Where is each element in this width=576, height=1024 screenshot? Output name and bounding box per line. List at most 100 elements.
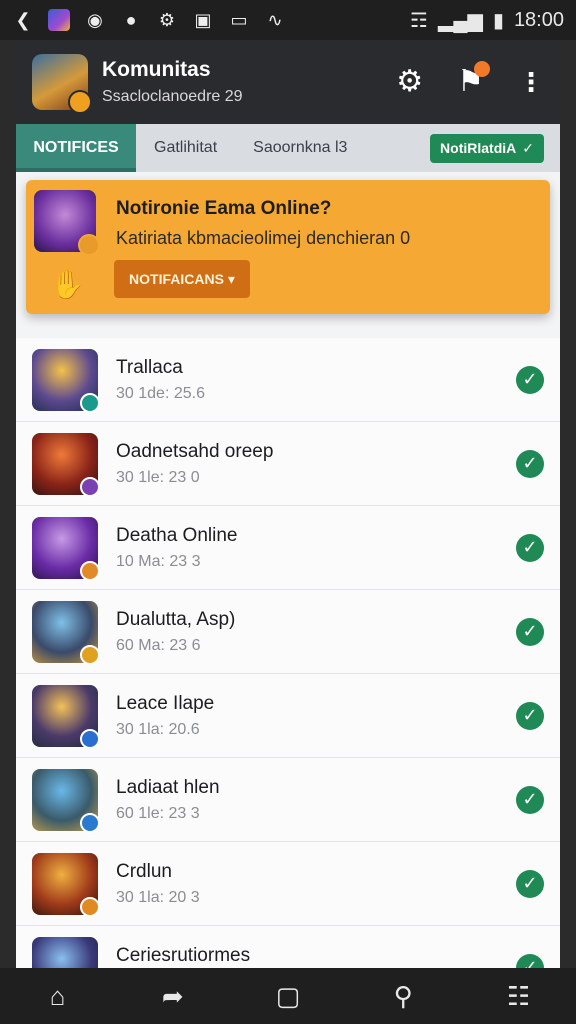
more-button[interactable]: ⋮ [518,69,544,95]
notifications-button[interactable]: ⚑ [457,61,490,97]
settings-icon: ⚙ [158,9,176,30]
status-left-icons: ❮ ◉ ● ⚙ ▣ ▭ ∿ [12,9,286,31]
avatar-badge [80,728,100,749]
status-bar: ❮ ◉ ● ⚙ ▣ ▭ ∿ ☶ ▂▄▆ ▮ 18:00 [0,0,576,40]
search-icon: ⚲ [393,980,413,1011]
calendar-icon: ☷ [506,980,530,1011]
list-item-meta: 30 1la: 20.6 [116,720,200,738]
pill-label: NotiRlatdiA [440,140,517,156]
hand-icon: ✋ [50,269,85,300]
more-vertical-icon: ⋮ [518,67,544,97]
list-item-title: Dualutta, Asp) [116,608,236,630]
list-item-meta: 10 Ma: 23 3 [116,552,201,570]
tab-filter-pill[interactable]: NotiRlatdiA ✓ [430,133,544,163]
check-icon[interactable]: ✓ [516,785,544,814]
chevron-down-icon: ▾ [227,270,235,287]
list-item[interactable]: Oadnetsahd oreep 30 1le: 23 0 ✓ [16,422,560,506]
tab-second[interactable]: Gatlihitat [136,124,235,172]
list-item-title: Leace Ilape [116,692,215,714]
highlight-avatar [34,190,100,256]
calendar-button[interactable]: ☷ [498,976,538,1016]
app-window: Komunitas Ssacloclanoedre 29 ⚙ ⚑ ⋮ NOTIF… [16,40,560,970]
check-icon[interactable]: ✓ [516,869,544,898]
game-icon [48,9,70,31]
avatar-badge [80,560,100,581]
tab-third[interactable]: Saoornkna l3 [235,124,365,172]
home-button[interactable]: ⌂ [38,976,78,1016]
check-icon[interactable]: ✓ [516,617,544,646]
page-title: Komunitas [102,58,211,81]
check-icon[interactable]: ✓ [516,701,544,730]
list-item-title: Ladiaat hlen [116,776,220,798]
list-item-meta: 60 Ma: 23 6 [116,636,201,654]
circle-icon: ◉ [87,9,103,30]
app-header: Komunitas Ssacloclanoedre 29 ⚙ ⚑ ⋮ [16,40,560,124]
list-item-title: Deatha Online [116,524,238,546]
tab-notifications[interactable]: NOTIFICES [16,124,136,172]
location-icon: ● [125,9,137,30]
avatar-badge [80,812,100,833]
recents-icon: ▢ [275,980,301,1011]
settings-button[interactable]: ⚙ [396,67,423,97]
list-item-text: Ladiaat hlen 60 1le: 23 3 [116,777,220,823]
check-small-icon: ✓ [522,139,534,156]
list-item-title: Trallaca [116,356,183,378]
game-avatar [32,516,100,581]
list-item[interactable]: Ladiaat hlen 60 1le: 23 3 ✓ [16,758,560,842]
list-item-text: Ceriesrutiormes30 1la: 23 3 [116,945,250,971]
gear-icon: ⚙ [396,65,424,98]
notifications-dropdown-button[interactable]: NOTIFAICANS ▾ [114,260,250,298]
back-icon[interactable]: ❮ [12,9,34,31]
game-avatar [32,684,100,749]
search-button[interactable]: ⚲ [383,976,423,1016]
game-avatar [32,348,100,413]
list-item[interactable]: Ceriesrutiormes30 1la: 23 3✓ [16,926,560,970]
list-item[interactable]: Leace Ilape 30 1la: 20.6 ✓ [16,674,560,758]
notification-dot [474,61,490,77]
wifi-icon: ☶ [410,9,428,32]
avatar-badge [80,896,100,917]
list-item[interactable]: Crdlun 30 1la: 20 3 ✓ [16,842,560,926]
square-icon: ▣ [194,9,212,30]
logo-badge [68,90,92,114]
share-button[interactable]: ➦ [153,976,193,1016]
bottom-nav: ⌂ ➦ ▢ ⚲ ☷ [0,968,576,1024]
notification-list: Trallaca 30 1de: 25.6 ✓ Oadnetsahd oreep 30 … [16,338,560,970]
list-item-text: Trallaca 30 1de: 25.6 [116,357,205,403]
game-avatar [32,600,100,665]
home-icon: ⌂ [49,980,66,1011]
list-item-meta: 30 1la: 20 3 [116,888,200,906]
avatar-badge [80,392,100,413]
list-item-title: Crdlun [116,860,172,882]
status-time: 18:00 [513,8,564,31]
avatar-badge [80,476,100,497]
tab-bar: NOTIFICES Gatlihitat Saoornkna l3 NotiRl… [16,124,560,172]
share-icon: ➦ [161,980,184,1011]
list-item-text: Leace Ilape 30 1la: 20.6 [116,693,214,739]
highlight-title: Notironie Eama Online? [116,198,332,219]
highlight-card[interactable]: ✋ Notironie Eama Online? Katiriata kbmac… [26,180,550,314]
check-icon[interactable]: ✓ [516,449,544,478]
list-item[interactable]: Dualutta, Asp) 60 Ma: 23 6 ✓ [16,590,560,674]
page-subtitle: Ssacloclanoedre 29 [102,88,243,105]
list-item[interactable]: Trallaca 30 1de: 25.6 ✓ [16,338,560,422]
list-item-title: Oadnetsahd oreep [116,440,274,462]
avatar-badge [80,644,100,665]
list-item-text: Deatha Online 10 Ma: 23 3 [116,525,237,571]
signal-icon: ▂▄▆ [437,9,483,32]
list-item-title: Ceriesrutiormes [116,944,251,966]
title-block: Komunitas Ssacloclanoedre 29 [102,58,243,106]
pulse-icon: ∿ [267,9,283,30]
game-avatar [32,936,98,970]
check-icon[interactable]: ✓ [516,365,544,394]
highlight-badge [78,234,100,256]
list-item-text: Dualutta, Asp) 60 Ma: 23 6 [116,609,235,655]
recents-button[interactable]: ▢ [268,976,308,1016]
list-item-text: Crdlun 30 1la: 20 3 [116,861,200,907]
list-item[interactable]: Deatha Online 10 Ma: 23 3 ✓ [16,506,560,590]
check-icon[interactable]: ✓ [516,533,544,562]
game-avatar [32,768,100,833]
dropdown-label: NOTIFAICANS [129,271,224,287]
list-item-meta: 30 1de: 25.6 [116,384,205,402]
header-actions: ⚙ ⚑ ⋮ [396,61,544,97]
